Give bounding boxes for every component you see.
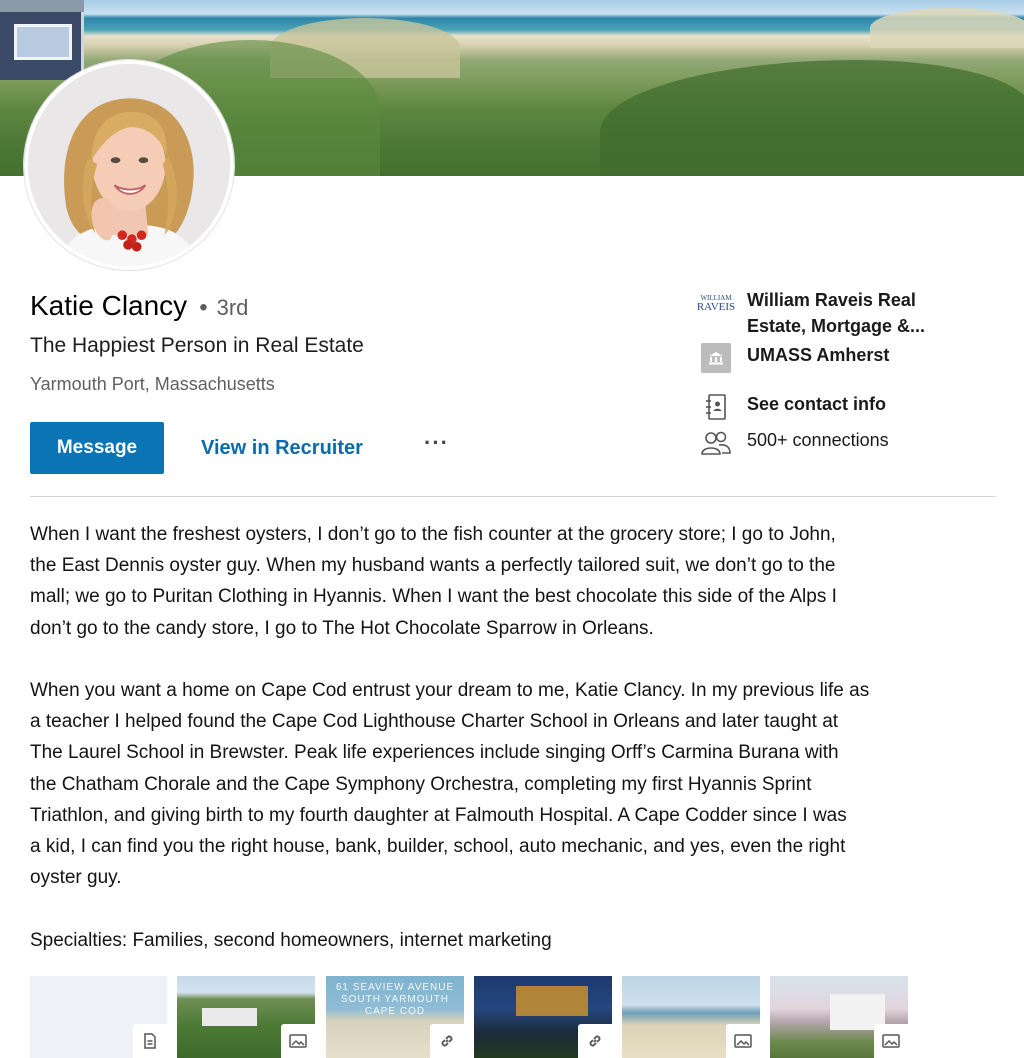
summary-line: When you want a home on Cape Cod entrust… xyxy=(30,680,870,701)
media-thumbnail-image[interactable] xyxy=(177,976,315,1058)
media-thumbnail-link[interactable] xyxy=(474,976,612,1058)
see-contact-info-link[interactable]: See contact info xyxy=(700,391,886,423)
contact-book-icon xyxy=(700,391,732,423)
profile-photo xyxy=(28,64,230,266)
name-row: Katie Clancy • 3rd xyxy=(30,290,248,326)
view-in-recruiter-link[interactable]: View in Recruiter xyxy=(201,437,363,460)
separator-dot: • xyxy=(199,294,208,321)
company-name: William Raveis Real Estate, Mortgage &..… xyxy=(747,290,926,336)
summary-line: a teacher I helped found the Cape Cod Li… xyxy=(30,711,839,733)
people-icon xyxy=(700,427,732,459)
profile-headline: The Happiest Person in Real Estate xyxy=(30,334,364,357)
school-name: UMASS Amherst xyxy=(747,345,890,365)
connections-label: 500+ connections xyxy=(747,430,889,450)
connections-count[interactable]: 500+ connections xyxy=(700,427,889,459)
avatar[interactable] xyxy=(24,60,234,270)
specialties-line: Specialties: Families, second homeowners… xyxy=(30,929,552,951)
summary-line: Triathlon, and giving birth to my fourth… xyxy=(30,804,847,826)
company-logo-icon: WILLIAM RAVEIS xyxy=(696,293,736,313)
education-school[interactable]: UMASS Amherst xyxy=(700,342,889,374)
profile-name: Katie Clancy xyxy=(30,290,188,321)
section-divider xyxy=(30,496,996,497)
school-logo-icon xyxy=(700,342,732,374)
summary-line: When I want the freshest oysters, I don’… xyxy=(30,524,836,545)
more-actions-button[interactable]: ··· xyxy=(424,430,449,456)
contact-info-label: See contact info xyxy=(747,394,887,414)
summary-line: a kid, I can find you the right house, b… xyxy=(30,836,846,858)
link-icon xyxy=(430,1024,464,1058)
media-thumbnail-image[interactable] xyxy=(770,976,908,1058)
listing-caption: 61 SEAVIEW AVENUE SOUTH YARMOUTH CAPE CO… xyxy=(335,982,455,1017)
current-company[interactable]: WILLIAM RAVEIS William Raveis Real Estat… xyxy=(696,287,926,339)
image-icon xyxy=(281,1024,315,1058)
summary-line: don’t go to the candy store, I go to The… xyxy=(30,617,654,639)
image-icon xyxy=(726,1024,760,1058)
media-thumbnail-link[interactable]: 61 SEAVIEW AVENUE SOUTH YARMOUTH CAPE CO… xyxy=(326,976,464,1058)
media-thumbnail-document[interactable] xyxy=(30,976,167,1058)
message-button[interactable]: Message xyxy=(30,422,164,474)
media-thumbnail-image[interactable] xyxy=(622,976,760,1058)
link-icon xyxy=(578,1024,612,1058)
summary-line: The Laurel School in Brewster. Peak life… xyxy=(30,742,839,764)
document-icon xyxy=(133,1024,167,1058)
connection-degree: 3rd xyxy=(216,295,249,320)
summary-line: oyster guy. xyxy=(30,867,122,889)
house-illustration xyxy=(0,0,84,80)
profile-summary: When I want the freshest oysters, I don’… xyxy=(30,519,1005,956)
summary-line: the East Dennis oyster guy. When my husb… xyxy=(30,555,836,577)
summary-line: mall; we go to Puritan Clothing in Hyann… xyxy=(30,586,837,608)
summary-line: the Chatham Chorale and the Cape Symphon… xyxy=(30,773,812,795)
profile-location: Yarmouth Port, Massachusetts xyxy=(30,374,275,394)
image-icon xyxy=(874,1024,908,1058)
